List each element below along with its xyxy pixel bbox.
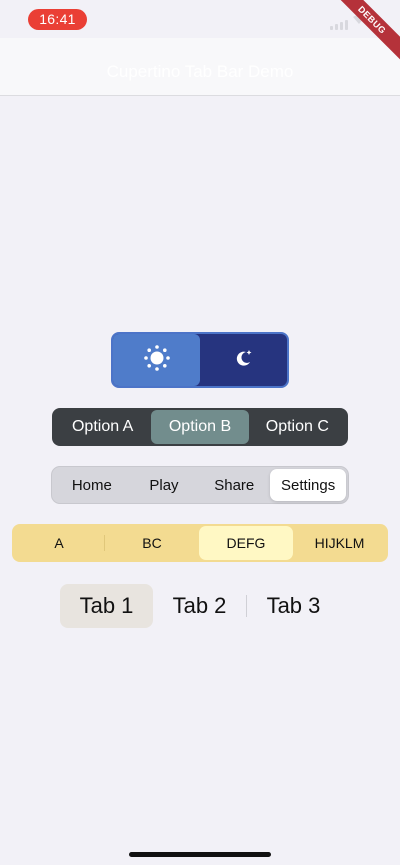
page-title: Cupertino Tab Bar Demo [106,62,294,81]
option-segmented-control: Option A Option B Option C [52,408,348,446]
moon-icon [233,347,255,374]
alphabet-segmented-control: A BC DEFG HIJKLM [12,524,388,562]
tab-2[interactable]: Tab 2 [153,584,246,628]
segment-defg[interactable]: DEFG [199,526,293,560]
segment-hijklm[interactable]: HIJKLM [293,526,386,560]
theme-segment-light[interactable] [113,334,200,386]
segment-settings[interactable]: Settings [270,469,346,501]
tab-segmented-control: Tab 1 Tab 2 Tab 3 [60,584,340,628]
status-time: 16:41 [28,9,87,30]
navigation-bar: Cupertino Tab Bar Demo [0,38,400,96]
option-segment-b[interactable]: Option B [151,410,249,444]
segment-a[interactable]: A [14,526,104,560]
option-segment-c[interactable]: Option C [249,410,346,444]
tab-3[interactable]: Tab 3 [247,584,340,628]
home-indicator [129,852,271,857]
navigation-segmented-control: Home Play Share Settings [51,466,349,504]
status-bar: 16:41 [0,0,400,38]
theme-segmented-control [111,332,289,388]
tab-1[interactable]: Tab 1 [60,584,153,628]
sun-icon [143,344,171,377]
signal-icon [330,20,348,30]
theme-segment-dark[interactable] [200,334,287,386]
option-segment-a[interactable]: Option A [54,410,151,444]
segment-home[interactable]: Home [54,469,130,501]
segment-bc[interactable]: BC [105,526,199,560]
segment-share[interactable]: Share [198,469,270,501]
segment-play[interactable]: Play [130,469,199,501]
